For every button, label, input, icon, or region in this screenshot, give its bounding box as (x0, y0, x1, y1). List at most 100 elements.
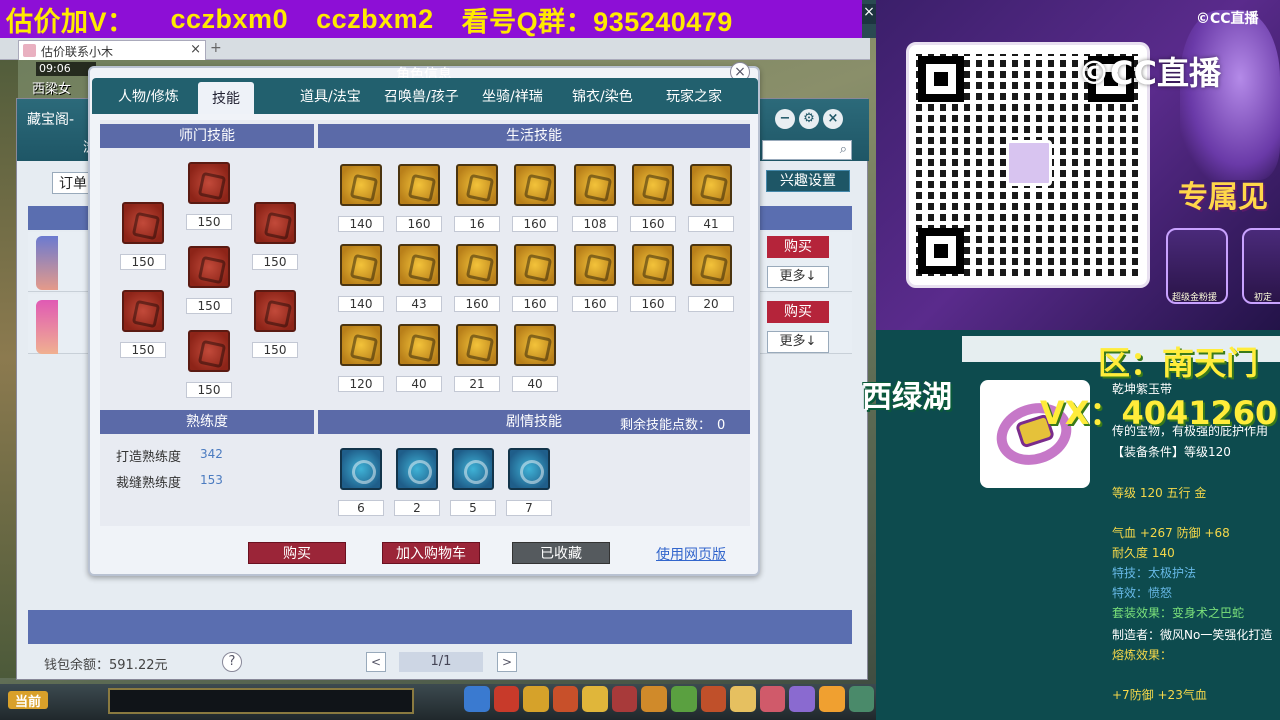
life-skill-icon[interactable] (690, 164, 732, 206)
sect-skill-icon[interactable] (188, 330, 230, 372)
modal-tabbar: 人物/修炼 技能 道具/法宝 召唤兽/孩子 坐骑/祥瑞 锦衣/染色 玩家之家 (92, 78, 758, 114)
tab-character[interactable]: 人物/修炼 (118, 86, 179, 106)
tab-items[interactable]: 道具/法宝 (300, 86, 361, 106)
remaining-points-label: 剩余技能点数： (620, 418, 712, 433)
sect-skill-level: 150 (186, 382, 232, 398)
wallet-balance: 钱包余额：591.22元 (44, 658, 168, 673)
window-controls: − ⚙ × (775, 109, 847, 129)
tab-outfits[interactable]: 锦衣/染色 (572, 86, 633, 106)
settings-icon[interactable]: ⚙ (799, 109, 819, 129)
order-button[interactable]: 订单 (52, 172, 92, 194)
plot-skill-icon[interactable] (396, 448, 438, 490)
life-skill-icon[interactable] (456, 164, 498, 206)
life-skill-level: 160 (396, 216, 442, 232)
hud-shortcut-icon[interactable] (552, 686, 579, 712)
character-art (1180, 10, 1280, 180)
hud-icon-bar (464, 686, 875, 716)
qr-finder-icon (918, 228, 964, 274)
life-skill-icon[interactable] (456, 324, 498, 366)
life-skill-icon[interactable] (340, 324, 382, 366)
shop-title: 藏宝阁- (27, 112, 75, 128)
banner-text-1: 估价加V： (6, 6, 135, 37)
more-button[interactable]: 更多↓ (767, 331, 829, 353)
banner-text-2: cczbxm0 (170, 3, 289, 34)
buy-button[interactable]: 购买 (767, 301, 829, 323)
help-icon[interactable]: ? (222, 652, 242, 672)
life-skill-level: 108 (572, 216, 618, 232)
search-icon[interactable]: ⌕ (840, 142, 847, 157)
hud-shortcut-icon[interactable] (523, 686, 549, 712)
sect-skill-icon[interactable] (188, 246, 230, 288)
life-skill-level: 160 (512, 296, 558, 312)
search-input[interactable]: ⌕ (762, 140, 852, 160)
avatar (36, 236, 58, 290)
hud-shortcut-icon[interactable] (848, 686, 875, 712)
favorited-button[interactable]: 已收藏 (512, 542, 610, 564)
hud-shortcut-icon[interactable] (818, 686, 845, 712)
chat-input[interactable] (108, 688, 414, 714)
tab-mounts[interactable]: 坐骑/祥瑞 (482, 86, 543, 106)
sect-skill-level: 150 (120, 342, 166, 358)
hud-shortcut-icon[interactable] (641, 686, 668, 712)
shop-footer-band (28, 610, 852, 644)
tab-pets[interactable]: 召唤兽/孩子 (384, 86, 459, 106)
hud-shortcut-icon[interactable] (493, 686, 520, 712)
item-maker: 制造者：微风No一笑强化打造 (1112, 628, 1273, 642)
more-button[interactable]: 更多↓ (767, 266, 829, 288)
hud-shortcut-icon[interactable] (700, 686, 727, 712)
remaining-points-value: 0 (717, 418, 726, 433)
life-skill-icon[interactable] (340, 164, 382, 206)
interest-settings-button[interactable]: 兴趣设置 (766, 170, 850, 192)
life-skill-icon[interactable] (632, 244, 674, 286)
plot-skill-icon[interactable] (340, 448, 382, 490)
plot-skill-icon[interactable] (452, 448, 494, 490)
use-web-version-link[interactable]: 使用网页版 (656, 544, 726, 564)
next-page-button[interactable]: > (497, 652, 517, 672)
channel-current-button[interactable]: 当前 (8, 691, 48, 710)
tab-close-icon[interactable]: × (190, 42, 201, 57)
browser-tab-title: 估价联系小木 (41, 45, 114, 59)
hud-shortcut-icon[interactable] (730, 686, 756, 712)
hud-shortcut-icon[interactable] (464, 686, 490, 712)
buy-button[interactable]: 购买 (767, 236, 829, 258)
life-skill-icon[interactable] (340, 244, 382, 286)
life-skill-icon[interactable] (574, 164, 616, 206)
life-skill-icon[interactable] (398, 324, 440, 366)
banner-close-icon[interactable]: × (862, 4, 876, 24)
browser-tab[interactable]: 估价联系小木 × (18, 40, 206, 60)
plot-skill-level: 5 (450, 500, 496, 516)
add-to-cart-button[interactable]: 加入购物车 (382, 542, 480, 564)
life-skill-icon[interactable] (456, 244, 498, 286)
sect-skill-icon[interactable] (254, 202, 296, 244)
sect-skill-icon[interactable] (188, 162, 230, 204)
sect-skill-icon[interactable] (254, 290, 296, 332)
life-skill-icon[interactable] (514, 164, 556, 206)
tab-home[interactable]: 玩家之家 (666, 86, 722, 106)
hud-shortcut-icon[interactable] (611, 686, 638, 712)
qr-avatar (1006, 140, 1052, 186)
item-effect: 特效：愤怒 (1112, 586, 1173, 600)
close-icon[interactable]: × (823, 109, 843, 129)
life-skill-icon[interactable] (632, 164, 674, 206)
life-skill-icon[interactable] (514, 324, 556, 366)
life-skill-level: 21 (454, 376, 500, 392)
life-skill-icon[interactable] (574, 244, 616, 286)
sect-skill-icon[interactable] (122, 202, 164, 244)
hud-shortcut-icon[interactable] (671, 686, 697, 712)
new-tab-icon[interactable]: + (210, 40, 222, 56)
sect-skill-icon[interactable] (122, 290, 164, 332)
prev-page-button[interactable]: < (366, 652, 386, 672)
life-skill-icon[interactable] (514, 244, 556, 286)
minimize-icon[interactable]: − (775, 109, 795, 129)
buy-button[interactable]: 购买 (248, 542, 346, 564)
banner-text-3: cczbxm2 (316, 3, 434, 34)
hud-shortcut-icon[interactable] (582, 686, 608, 712)
plot-skill-level: 6 (338, 500, 384, 516)
hud-shortcut-icon[interactable] (759, 686, 786, 712)
hud-shortcut-icon[interactable] (789, 686, 815, 712)
life-skill-icon[interactable] (398, 164, 440, 206)
plot-skill-icon[interactable] (508, 448, 550, 490)
life-skill-icon[interactable] (398, 244, 440, 286)
life-skill-icon[interactable] (690, 244, 732, 286)
tab-skills[interactable]: 技能 (198, 82, 254, 114)
